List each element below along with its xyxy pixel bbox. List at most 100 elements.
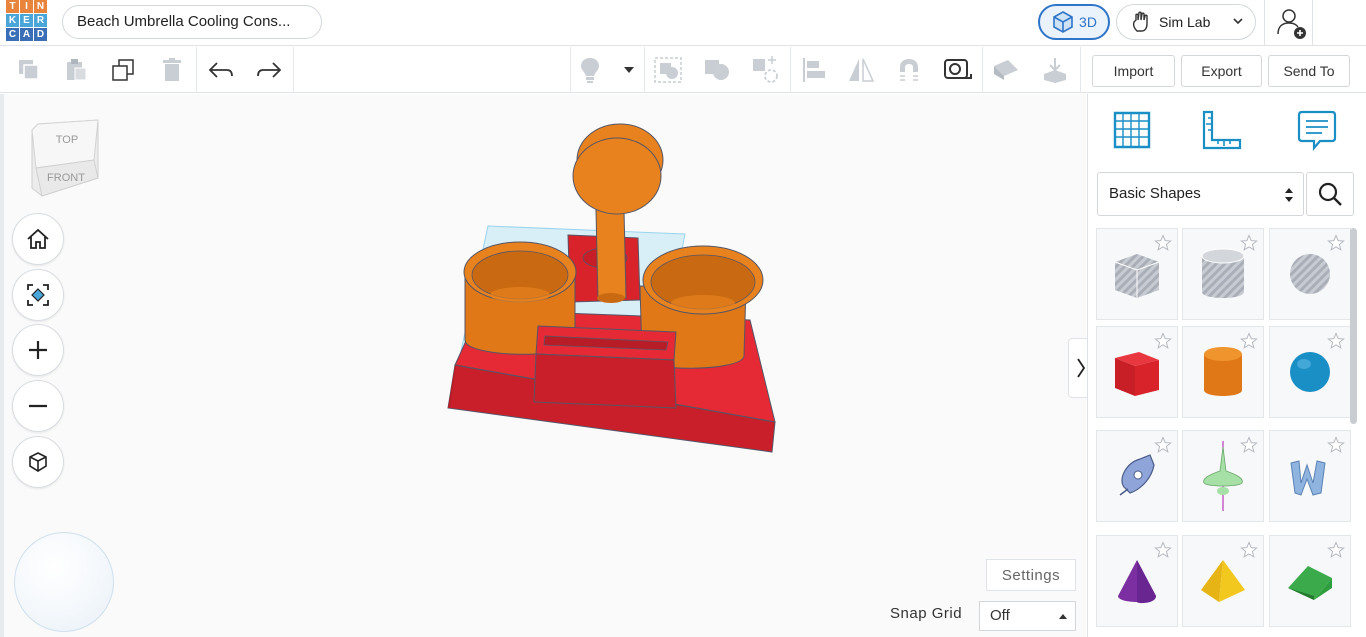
shape-tile-sphere[interactable] xyxy=(1269,326,1351,418)
shape-tile-cylinder-hole[interactable] xyxy=(1182,228,1264,320)
logo-letter: A xyxy=(20,28,33,41)
ruler-icon[interactable] xyxy=(943,55,973,85)
cruise-icon[interactable] xyxy=(750,55,780,85)
magnet-icon[interactable] xyxy=(894,55,924,85)
logo-letter: R xyxy=(34,14,47,27)
notes-icon[interactable] xyxy=(1293,106,1341,154)
favorite-star-icon[interactable] xyxy=(1240,436,1258,454)
logo-letter: N xyxy=(34,0,47,13)
chevron-right-icon xyxy=(1076,358,1085,378)
duplicate-icon[interactable] xyxy=(108,55,138,85)
zoom-out-button[interactable] xyxy=(12,380,64,432)
toolbar-separator xyxy=(570,47,571,93)
ungroup-icon[interactable] xyxy=(702,55,732,85)
favorite-star-icon[interactable] xyxy=(1240,234,1258,252)
favorite-star-icon[interactable] xyxy=(1240,332,1258,350)
toolbar-separator xyxy=(644,47,645,93)
3d-model-view[interactable] xyxy=(420,110,820,470)
cone-shape-icon xyxy=(1118,560,1156,604)
shape-tile-shape-generator[interactable] xyxy=(1182,430,1264,522)
light-bulb-icon[interactable] xyxy=(575,55,605,85)
shape-tile-pyramid[interactable] xyxy=(1182,535,1264,627)
sphere-hole-shape-icon xyxy=(1290,254,1330,294)
toolbar-separator xyxy=(293,47,294,93)
toolbar-separator xyxy=(790,47,791,93)
favorite-star-icon[interactable] xyxy=(1327,541,1345,559)
shape-category-select[interactable]: Basic Shapes xyxy=(1097,172,1304,216)
home-view-button[interactable] xyxy=(12,213,64,265)
search-icon xyxy=(1318,182,1342,206)
cube-icon xyxy=(1053,11,1073,33)
favorite-star-icon[interactable] xyxy=(1327,332,1345,350)
align-icon[interactable] xyxy=(799,55,829,85)
dropdown-caret-icon[interactable] xyxy=(614,55,644,85)
favorite-star-icon[interactable] xyxy=(1154,436,1172,454)
export-button[interactable]: Export xyxy=(1181,55,1262,87)
shape-tile-cylinder[interactable] xyxy=(1182,326,1264,418)
sim-lab-label: Sim Lab xyxy=(1159,14,1211,30)
perspective-button[interactable] xyxy=(12,436,64,488)
header-divider xyxy=(1312,0,1313,46)
view-cube[interactable]: TOP FRONT xyxy=(28,116,102,200)
group-icon[interactable] xyxy=(653,55,683,85)
toolbar-separator xyxy=(982,47,983,93)
cylinder-hole-shape-icon xyxy=(1201,248,1245,298)
shape-tile-sphere-hole[interactable] xyxy=(1269,228,1351,320)
favorite-star-icon[interactable] xyxy=(1154,541,1172,559)
view-3d-button[interactable]: 3D xyxy=(1038,4,1110,40)
fit-view-button[interactable] xyxy=(12,269,64,321)
scribble-shape-icon xyxy=(1119,454,1155,496)
updown-arrows-icon xyxy=(1285,188,1293,202)
favorite-star-icon[interactable] xyxy=(1327,436,1345,454)
redo-icon[interactable] xyxy=(254,55,284,85)
favorite-star-icon[interactable] xyxy=(1154,332,1172,350)
text-shape-icon xyxy=(1290,460,1326,496)
workplane-icon[interactable] xyxy=(1108,106,1156,154)
design-title-field[interactable]: Beach Umbrella Cooling Cons... xyxy=(62,5,322,39)
shape-tile-box-hole[interactable] xyxy=(1096,228,1178,320)
shape-tile-scribble[interactable] xyxy=(1096,430,1178,522)
copy-icon[interactable] xyxy=(14,55,44,85)
snap-grid-value: Off xyxy=(990,607,1010,624)
mirror-icon[interactable] xyxy=(846,55,876,85)
logo-letter: E xyxy=(20,14,33,27)
panel-scrollbar[interactable] xyxy=(1350,228,1357,424)
undo-icon[interactable] xyxy=(206,55,236,85)
drop-icon[interactable] xyxy=(1040,55,1070,85)
caret-up-icon xyxy=(1059,614,1067,619)
delete-icon[interactable] xyxy=(157,55,187,85)
zoom-in-button[interactable] xyxy=(12,324,64,376)
shape-tile-roof[interactable] xyxy=(1269,535,1351,627)
sphere-shape-icon xyxy=(1290,352,1330,392)
send-to-button[interactable]: Send To xyxy=(1268,55,1350,87)
plus-icon xyxy=(29,341,47,359)
shape-tile-text[interactable] xyxy=(1269,430,1351,522)
box-shape-icon xyxy=(1115,352,1159,396)
orbit-navigation-ball[interactable] xyxy=(14,532,114,632)
ruler-tool-icon[interactable] xyxy=(1198,106,1246,154)
shape-tile-box[interactable] xyxy=(1096,326,1178,418)
edit-toolbar: Import Export Send To xyxy=(0,47,1366,93)
logo-letter: I xyxy=(20,0,33,13)
app-header: TIN KER CAD Beach Umbrella Cooling Cons...… xyxy=(0,0,1366,46)
logo-letter: C xyxy=(6,28,19,41)
favorite-star-icon[interactable] xyxy=(1240,541,1258,559)
import-button[interactable]: Import xyxy=(1092,55,1175,87)
hand-icon xyxy=(1132,11,1148,32)
logo-letter: K xyxy=(6,14,19,27)
paste-icon[interactable] xyxy=(61,55,91,85)
roof-shape-icon xyxy=(1288,566,1332,600)
logo-letter: T xyxy=(6,0,19,13)
snap-grid-label: Snap Grid xyxy=(890,605,963,622)
snap-grid-select[interactable]: Off xyxy=(979,601,1076,631)
view-3d-label: 3D xyxy=(1079,14,1097,30)
favorite-star-icon[interactable] xyxy=(1327,234,1345,252)
settings-button[interactable]: Settings xyxy=(986,559,1076,591)
note-icon[interactable] xyxy=(991,55,1021,85)
shape-tile-cone[interactable] xyxy=(1096,535,1178,627)
sim-lab-dropdown[interactable]: Sim Lab xyxy=(1116,4,1256,40)
favorite-star-icon[interactable] xyxy=(1154,234,1172,252)
shape-search-button[interactable] xyxy=(1306,172,1354,216)
tinkercad-logo[interactable]: TIN KER CAD xyxy=(6,0,48,42)
user-add-icon[interactable] xyxy=(1274,6,1308,40)
